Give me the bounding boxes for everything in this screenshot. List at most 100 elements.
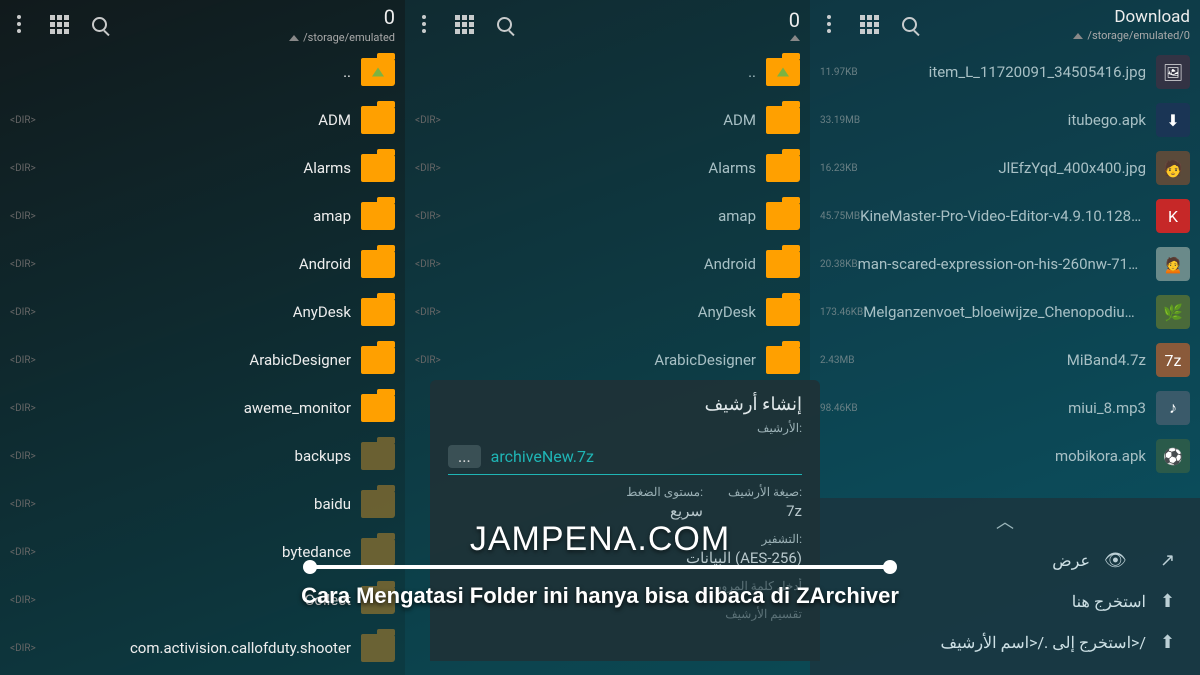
encryption-label: التشفير: <box>448 532 802 546</box>
compression-level-select[interactable]: سريع <box>626 502 703 520</box>
split-archive-label[interactable]: تقسيم الأرشيف <box>448 607 802 621</box>
file-thumb: ⬇ <box>1156 103 1190 137</box>
extract-icon: ⬆ <box>1160 632 1182 653</box>
list-item[interactable]: <DIR> AnyDesk <box>405 288 810 336</box>
action-extract-to[interactable]: استخرج إلى ./<اسم الأرشيف>/⬆ <box>828 622 1182 663</box>
folder-icon <box>361 250 395 278</box>
menu-icon[interactable] <box>820 15 838 33</box>
list-item[interactable]: <DIR>Android <box>0 240 405 288</box>
list-item[interactable]: 20.38KBman-scared-expression-on-his-260n… <box>810 240 1200 288</box>
folder-icon <box>361 442 395 470</box>
item-name: .. <box>343 63 351 81</box>
folder-icon <box>361 634 395 662</box>
folder-icon <box>361 58 395 86</box>
breadcrumb[interactable]: /storage/emulated <box>289 31 395 44</box>
folder-icon <box>361 538 395 566</box>
list-item[interactable]: 11.97KBitem_L_11720091_34505416.jpg🖼 <box>810 48 1200 96</box>
dir-tag: <DIR> <box>415 211 441 222</box>
list-item[interactable]: <DIR>ADM <box>0 96 405 144</box>
dir-tag: <DIR> <box>415 115 441 126</box>
grid-icon[interactable] <box>50 15 68 33</box>
item-name: AnyDesk <box>293 303 351 321</box>
item-name: Melganzenvoet_bloeiwijze_Chenopodium_alb… <box>863 303 1146 321</box>
list-item[interactable]: .. <box>405 48 810 96</box>
breadcrumb[interactable]: /storage/emulated/0 <box>1073 29 1190 42</box>
list-item[interactable]: 98.46KBmiui_8.mp3♪ <box>810 384 1200 432</box>
dir-tag: <DIR> <box>415 307 441 318</box>
action-view[interactable]: عرض👁 ↗ <box>828 540 1182 581</box>
item-name: MiBand4.7z <box>1067 351 1146 369</box>
file-thumb: ♪ <box>1156 391 1190 425</box>
list-item[interactable]: mobikora.apk⚽ <box>810 432 1200 480</box>
toolbar-left: 0 /storage/emulated <box>0 0 405 48</box>
list-item[interactable]: <DIR>aweme_monitor <box>0 384 405 432</box>
menu-icon[interactable] <box>415 15 433 33</box>
list-item[interactable]: <DIR>ArabicDesigner <box>0 336 405 384</box>
folder-icon <box>766 58 800 86</box>
item-name: man-scared-expression-on-his-260nw-71899… <box>858 255 1146 273</box>
item-name: amap <box>313 207 351 225</box>
list-item[interactable]: 173.46KBMelganzenvoet_bloeiwijze_Chenopo… <box>810 288 1200 336</box>
list-item[interactable]: <DIR>Android <box>405 240 810 288</box>
dir-tag: <DIR> <box>10 163 36 174</box>
item-name: KineMaster-Pro-Video-Editor-v4.9.10.1280… <box>860 207 1146 225</box>
archive-format-select[interactable]: 7z <box>728 502 802 520</box>
list-item[interactable]: 16.23KBJlEfzYqd_400x400.jpg🧑 <box>810 144 1200 192</box>
menu-icon[interactable] <box>10 15 28 33</box>
password-label[interactable]: أدخل كلمة المرور <box>448 579 802 593</box>
item-name: .. <box>748 63 756 81</box>
list-item[interactable]: <DIR> AnyDesk <box>0 288 405 336</box>
search-icon[interactable] <box>900 15 918 33</box>
search-icon[interactable] <box>90 15 108 33</box>
file-size: 173.46KB <box>820 307 863 318</box>
list-item[interactable]: 2.43MB MiBand4.7z 7z <box>810 336 1200 384</box>
chevron-up-icon[interactable]: ︿ <box>828 508 1182 534</box>
action-extract-here[interactable]: استخرج هنا⬆ <box>828 581 1182 622</box>
folder-icon <box>766 202 800 230</box>
list-item[interactable]: <DIR>Collect <box>0 576 405 624</box>
item-name: JlEfzYqd_400x400.jpg <box>998 159 1146 177</box>
item-name: aweme_monitor <box>244 399 351 417</box>
list-item[interactable]: <DIR>Alarms <box>0 144 405 192</box>
list-item[interactable]: <DIR>amap <box>0 192 405 240</box>
file-size: 98.46KB <box>820 403 858 414</box>
list-item[interactable]: <DIR>amap <box>405 192 810 240</box>
breadcrumb[interactable] <box>789 34 800 40</box>
file-size: 2.43MB <box>820 355 854 366</box>
list-item[interactable]: 33.19MBitubego.apk⬇ <box>810 96 1200 144</box>
dir-tag: <DIR> <box>10 499 36 510</box>
list-item[interactable]: <DIR>ADM <box>405 96 810 144</box>
list-item[interactable]: <DIR>Alarms <box>405 144 810 192</box>
list-item[interactable]: <DIR>ArabicDesigner <box>405 336 810 384</box>
extract-icon: ⬆ <box>1160 591 1182 612</box>
grid-icon[interactable] <box>455 15 473 33</box>
file-size: 45.75MB <box>820 211 860 222</box>
item-count: 0 <box>289 5 395 29</box>
open-external-icon[interactable]: ↗ <box>1160 550 1182 571</box>
search-icon[interactable] <box>495 15 513 33</box>
grid-icon[interactable] <box>860 15 878 33</box>
list-item[interactable]: .. <box>0 48 405 96</box>
list-item[interactable]: 45.75MBKineMaster-Pro-Video-Editor-v4.9.… <box>810 192 1200 240</box>
dir-tag: <DIR> <box>415 259 441 270</box>
list-item[interactable]: <DIR>bytedance <box>0 528 405 576</box>
encryption-select[interactable]: البيانات (AES-256) <box>448 549 802 567</box>
folder-icon <box>361 154 395 182</box>
dir-tag: <DIR> <box>10 307 36 318</box>
file-size: 16.23KB <box>820 163 858 174</box>
folder-icon <box>361 490 395 518</box>
list-item[interactable]: <DIR>backups <box>0 432 405 480</box>
create-archive-dialog: إنشاء أرشيف الأرشيف: ... archiveNew.7z م… <box>430 380 820 661</box>
browse-button[interactable]: ... <box>448 445 481 468</box>
item-count: 0 <box>789 8 800 32</box>
list-item[interactable]: <DIR>com.activision.callofduty.shooter <box>0 624 405 672</box>
archive-name-input[interactable]: archiveNew.7z <box>491 447 594 466</box>
action-sheet: ︿ عرض👁 ↗ استخرج هنا⬆ استخرج إلى ./<اسم ا… <box>810 498 1200 675</box>
file-thumb: 7z <box>1156 343 1190 377</box>
dir-tag: <DIR> <box>10 115 36 126</box>
list-item[interactable]: <DIR>baidu <box>0 480 405 528</box>
item-name: AnyDesk <box>698 303 756 321</box>
item-name: Alarms <box>708 159 756 177</box>
item-name: itubego.apk <box>1068 111 1146 129</box>
file-thumb: K <box>1156 199 1190 233</box>
